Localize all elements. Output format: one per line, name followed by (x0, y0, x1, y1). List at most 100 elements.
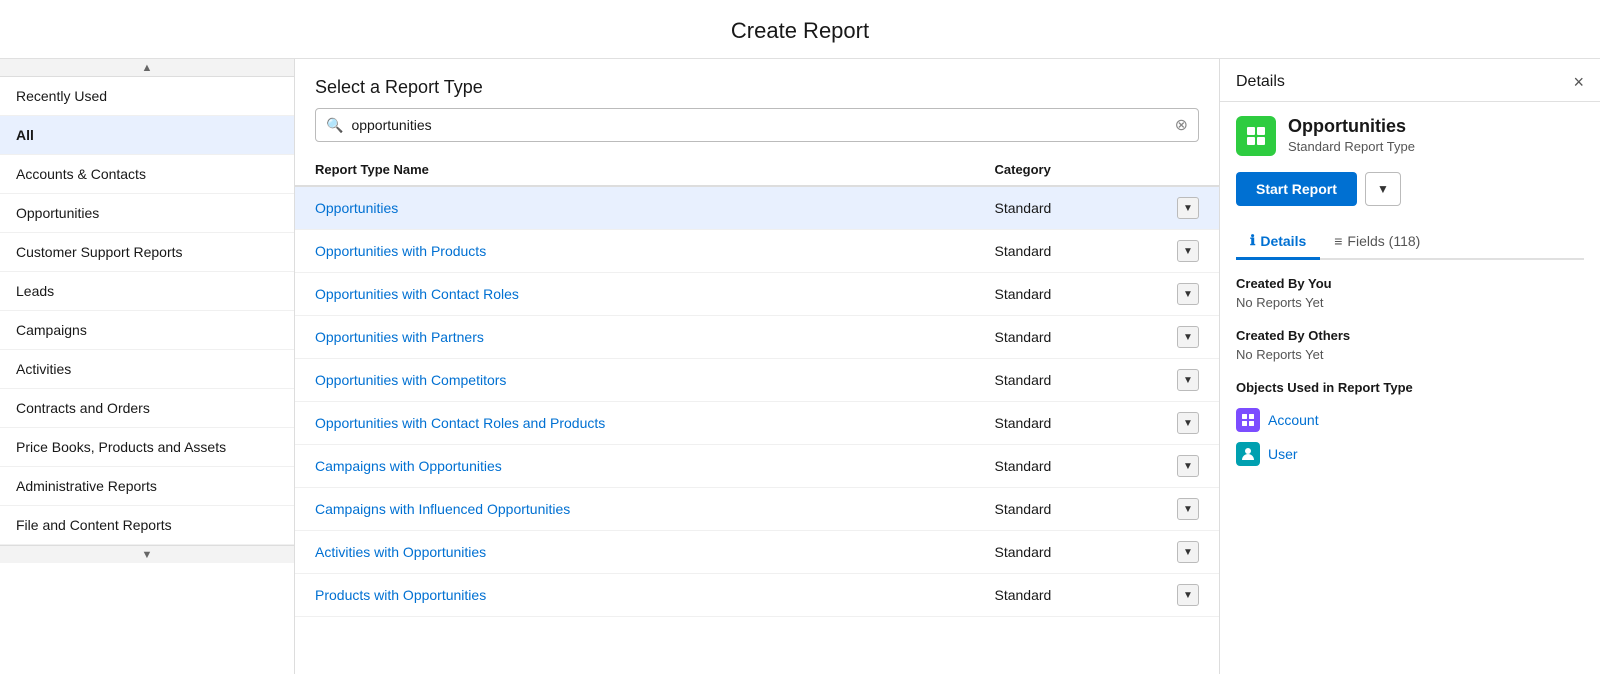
table-row[interactable]: Opportunities with CompetitorsStandard▼ (295, 359, 1219, 402)
table-row[interactable]: Products with Opportunities Standard▼ (295, 574, 1219, 617)
object-item-user[interactable]: User (1236, 437, 1584, 471)
objects-list: Account User (1236, 403, 1584, 471)
table-row[interactable]: Opportunities Standard▼ (295, 186, 1219, 230)
page-title: Create Report (0, 0, 1600, 59)
sidebar-nav: Recently UsedAllAccounts & ContactsOppor… (0, 77, 294, 545)
report-name-cell: Opportunities with Products (295, 230, 975, 273)
created-by-you-title: Created By You (1236, 276, 1584, 291)
center-panel: Select a Report Type 🔍 ⊗ Report Type Nam… (295, 59, 1220, 674)
report-name-cell: Opportunities (295, 186, 975, 230)
details-tab-fields[interactable]: ≡Fields (118) (1320, 224, 1434, 260)
sidebar-item-campaigns[interactable]: Campaigns (0, 311, 294, 350)
object-icon (1236, 442, 1260, 466)
table-row[interactable]: Activities with Opportunities Standard ▼ (295, 531, 1219, 574)
category-label: Standard (995, 243, 1052, 259)
report-type-header: Opportunities Standard Report Type (1236, 116, 1584, 156)
created-by-others-section: Created By Others No Reports Yet (1236, 328, 1584, 362)
table-row[interactable]: Opportunities with Products Standard ▼ (295, 230, 1219, 273)
table-row[interactable]: Campaigns with Opportunities Standard▼ (295, 445, 1219, 488)
report-category-cell: Standard▼ (975, 445, 1220, 488)
report-name-cell: Campaigns with Opportunities (295, 445, 975, 488)
report-name-link[interactable]: Activities with Opportunities (315, 544, 486, 560)
sidebar-item-leads[interactable]: Leads (0, 272, 294, 311)
created-by-you-section: Created By You No Reports Yet (1236, 276, 1584, 310)
report-name-link[interactable]: Opportunities with Contact Roles and Pro… (315, 415, 605, 431)
report-category-cell: Standard ▼ (975, 316, 1220, 359)
report-type-info: Opportunities Standard Report Type (1288, 116, 1415, 154)
sidebar-item-price-books[interactable]: Price Books, Products and Assets (0, 428, 294, 467)
object-item-account[interactable]: Account (1236, 403, 1584, 437)
start-report-dropdown-button[interactable]: ▼ (1365, 172, 1401, 206)
report-name-cell: Opportunities with Competitors (295, 359, 975, 402)
row-dropdown-button[interactable]: ▼ (1177, 326, 1199, 348)
start-report-button[interactable]: Start Report (1236, 172, 1357, 206)
report-name-link[interactable]: Opportunities with Contact Roles (315, 286, 519, 302)
report-category-cell: Standard▼ (975, 574, 1220, 617)
sidebar-item-activities[interactable]: Activities (0, 350, 294, 389)
details-tab-details[interactable]: ℹDetails (1236, 224, 1320, 260)
object-name: Account (1268, 412, 1319, 428)
row-dropdown-button[interactable]: ▼ (1177, 283, 1199, 305)
row-dropdown-button[interactable]: ▼ (1177, 197, 1199, 219)
sidebar-item-file-content-reports[interactable]: File and Content Reports (0, 506, 294, 545)
close-button[interactable]: × (1573, 73, 1584, 91)
report-category-cell: Standard ▼ (975, 531, 1220, 574)
created-by-others-sub: No Reports Yet (1236, 347, 1584, 362)
sidebar-item-administrative-reports[interactable]: Administrative Reports (0, 467, 294, 506)
row-dropdown-button[interactable]: ▼ (1177, 240, 1199, 262)
search-bar-wrap: 🔍 ⊗ (295, 108, 1219, 154)
report-category-cell: Standard▼ (975, 186, 1220, 230)
sidebar: ▲ Recently UsedAllAccounts & ContactsOpp… (0, 59, 295, 674)
report-category-cell: Standard ▼ (975, 402, 1220, 445)
table-row[interactable]: Opportunities with Contact RolesStandard… (295, 273, 1219, 316)
report-name-link[interactable]: Opportunities with Partners (315, 329, 484, 345)
report-name-link[interactable]: Opportunities with Competitors (315, 372, 506, 388)
row-dropdown-button[interactable]: ▼ (1177, 455, 1199, 477)
report-category-cell: Standard▼ (975, 488, 1220, 531)
report-name-cell: Campaigns with Influenced Opportunities (295, 488, 975, 531)
report-table: Report Type Name Category OpportunitiesS… (295, 154, 1219, 674)
sidebar-item-recently-used[interactable]: Recently Used (0, 77, 294, 116)
sidebar-item-opportunities[interactable]: Opportunities (0, 194, 294, 233)
report-name-link[interactable]: Opportunities (315, 200, 398, 216)
search-input[interactable] (351, 117, 1174, 133)
row-dropdown-button[interactable]: ▼ (1177, 584, 1199, 606)
sidebar-item-customer-support-reports[interactable]: Customer Support Reports (0, 233, 294, 272)
sidebar-item-contracts-and-orders[interactable]: Contracts and Orders (0, 389, 294, 428)
sidebar-item-all[interactable]: All (0, 116, 294, 155)
tab-icon-fields: ≡ (1334, 233, 1342, 249)
category-label: Standard (995, 544, 1052, 560)
row-dropdown-button[interactable]: ▼ (1177, 498, 1199, 520)
details-tabs: ℹDetails≡Fields (118) (1236, 224, 1584, 260)
center-header: Select a Report Type (295, 59, 1219, 108)
search-icon: 🔍 (326, 117, 343, 134)
objects-title: Objects Used in Report Type (1236, 380, 1584, 395)
report-type-icon (1236, 116, 1276, 156)
report-name-cell: Products with Opportunities (295, 574, 975, 617)
sidebar-item-accounts-contacts[interactable]: Accounts & Contacts (0, 155, 294, 194)
sidebar-scroll-down[interactable]: ▼ (0, 545, 294, 563)
col-header-category: Category (975, 154, 1220, 186)
tab-icon-details: ℹ (1250, 232, 1255, 249)
table-row[interactable]: Opportunities with Contact Roles and Pro… (295, 402, 1219, 445)
report-name-link[interactable]: Campaigns with Influenced Opportunities (315, 501, 570, 517)
clear-search-icon[interactable]: ⊗ (1175, 115, 1188, 135)
details-panel: Details × Opportunities Standard Report … (1220, 59, 1600, 674)
report-name-link[interactable]: Campaigns with Opportunities (315, 458, 502, 474)
object-icon (1236, 408, 1260, 432)
row-dropdown-button[interactable]: ▼ (1177, 369, 1199, 391)
report-name-cell: Opportunities with Partners (295, 316, 975, 359)
table-row[interactable]: Campaigns with Influenced Opportunities S… (295, 488, 1219, 531)
report-name-link[interactable]: Products with Opportunities (315, 587, 486, 603)
category-label: Standard (995, 415, 1052, 431)
table-row[interactable]: Opportunities with Partners Standard ▼ (295, 316, 1219, 359)
category-label: Standard (995, 329, 1052, 345)
created-by-you-sub: No Reports Yet (1236, 295, 1584, 310)
details-panel-title: Details (1236, 73, 1285, 91)
row-dropdown-button[interactable]: ▼ (1177, 541, 1199, 563)
row-dropdown-button[interactable]: ▼ (1177, 412, 1199, 434)
report-category-cell: Standard ▼ (975, 230, 1220, 273)
report-name-link[interactable]: Opportunities with Products (315, 243, 486, 259)
object-name: User (1268, 446, 1298, 462)
sidebar-scroll-up[interactable]: ▲ (0, 59, 294, 77)
